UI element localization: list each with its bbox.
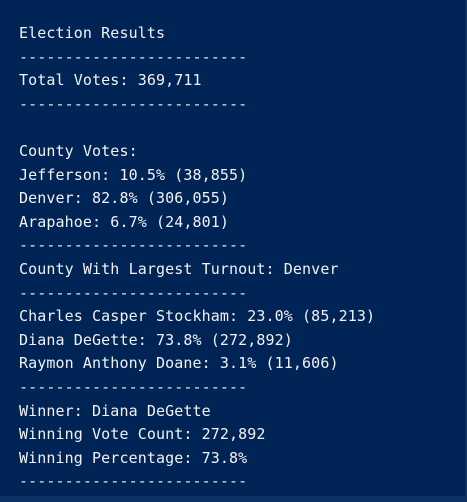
divider: -------------------------	[19, 47, 248, 66]
winner-line: Winner: Diana DeGette	[19, 401, 211, 420]
divider: -------------------------	[19, 377, 248, 396]
candidate-result-doane: Raymon Anthony Doane: 3.1% (11,606)	[19, 354, 339, 373]
horizontal-scrollbar[interactable]	[0, 496, 467, 502]
report-title: Election Results	[19, 24, 166, 42]
divider: -------------------------	[19, 283, 248, 302]
divider: -------------------------	[19, 236, 248, 255]
county-votes-heading: County Votes:	[19, 141, 138, 160]
total-votes-line: Total Votes: 369,711	[19, 71, 202, 90]
divider: -------------------------	[19, 94, 248, 113]
county-result-jefferson: Jefferson: 10.5% (38,855)	[19, 165, 248, 184]
county-result-denver: Denver: 82.8% (306,055)	[19, 189, 230, 208]
winning-vote-count-line: Winning Vote Count: 272,892	[19, 425, 266, 444]
terminal-output: Election Results -----------------------…	[0, 0, 467, 496]
largest-turnout-line: County With Largest Turnout: Denver	[19, 259, 339, 278]
county-result-arapahoe: Arapahoe: 6.7% (24,801)	[19, 212, 230, 231]
candidate-result-stockham: Charles Casper Stockham: 23.0% (85,213)	[19, 307, 376, 326]
divider: -------------------------	[19, 472, 248, 491]
candidate-result-degette: Diana DeGette: 73.8% (272,892)	[19, 330, 293, 349]
winning-percentage-line: Winning Percentage: 73.8%	[19, 448, 248, 467]
